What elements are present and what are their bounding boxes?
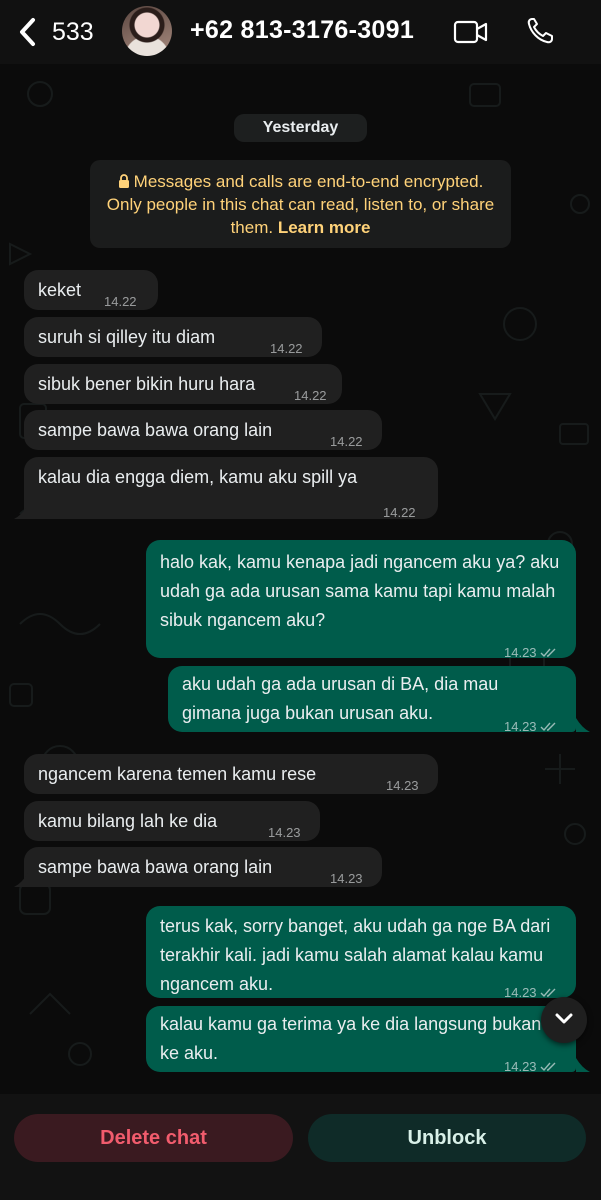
message-text: halo kak, kamu kenapa jadi ngancem aku y… — [160, 552, 560, 630]
message-time: 14.22 — [294, 388, 327, 403]
date-separator: Yesterday — [234, 114, 367, 142]
encryption-notice[interactable]: Messages and calls are end-to-end encryp… — [90, 160, 511, 248]
message-text: sampe bawa bawa orang lain — [38, 857, 273, 877]
message-bubble-incoming[interactable]: sibuk bener bikin huru hara 14.22 — [24, 364, 342, 404]
read-ticks-icon — [540, 722, 556, 732]
learn-more-link[interactable]: Learn more — [278, 218, 371, 237]
bubble-tail — [14, 873, 28, 887]
message-time: 14.23 — [330, 871, 363, 886]
chat-header: 533 +62 813-3176-3091 — [0, 0, 601, 64]
message-text: ngancem karena temen kamu rese — [38, 764, 317, 784]
message-text: suruh si qilley itu diam — [38, 327, 216, 347]
message-bubble-outgoing[interactable]: terus kak, sorry banget, aku udah ga nge… — [146, 906, 576, 1000]
voice-call-icon[interactable] — [525, 16, 555, 46]
message-text: sibuk bener bikin huru hara — [38, 374, 256, 394]
message-bubble-incoming[interactable]: ngancem karena temen kamu rese 14.23 — [24, 754, 438, 794]
message-time: 14.23 — [268, 825, 301, 840]
message-text: kalau kamu ga terima ya ke dia langsung … — [160, 1014, 542, 1063]
bubble-tail — [576, 718, 590, 732]
video-call-icon[interactable] — [453, 19, 489, 45]
message-bubble-incoming[interactable]: sampe bawa bawa orang lain 14.22 — [24, 410, 382, 450]
message-time: 14.23 — [504, 638, 557, 667]
read-ticks-icon — [540, 1062, 556, 1072]
unblock-button[interactable]: Unblock — [308, 1114, 586, 1162]
message-bubble-incoming[interactable]: sampe bawa bawa orang lain 14.23 — [24, 847, 382, 887]
lock-icon — [118, 171, 130, 188]
message-time: 14.23 — [504, 712, 557, 741]
back-chevron-icon[interactable] — [16, 16, 40, 48]
message-text: kalau dia engga diem, kamu aku spill ya — [38, 467, 358, 487]
message-time: 14.22 — [270, 341, 303, 356]
message-time: 14.23 — [386, 778, 419, 793]
message-time: 14.23 — [504, 1052, 557, 1081]
message-time: 14.22 — [330, 434, 363, 449]
message-bubble-incoming[interactable]: kalau dia engga diem, kamu aku spill ya … — [24, 457, 438, 520]
bubble-tail — [14, 505, 28, 519]
message-bubble-outgoing[interactable]: aku udah ga ada urusan di BA, dia mau gi… — [168, 666, 576, 734]
message-time: 14.22 — [383, 505, 416, 520]
delete-chat-button[interactable]: Delete chat — [14, 1114, 293, 1162]
message-text: kamu bilang lah ke dia — [38, 811, 218, 831]
avatar[interactable] — [122, 6, 172, 56]
message-text: terus kak, sorry banget, aku udah ga nge… — [160, 916, 551, 994]
message-text: sampe bawa bawa orang lain — [38, 420, 273, 440]
back-unread-count[interactable]: 533 — [52, 18, 94, 47]
bubble-tail — [576, 1058, 590, 1072]
chevron-down-icon — [555, 1013, 573, 1024]
message-bubble-incoming[interactable]: keket 14.22 — [24, 270, 158, 310]
message-bubble-incoming[interactable]: kamu bilang lah ke dia 14.23 — [24, 801, 320, 841]
message-bubble-outgoing[interactable]: halo kak, kamu kenapa jadi ngancem aku y… — [146, 540, 576, 660]
scroll-to-bottom-button[interactable] — [541, 997, 587, 1043]
message-bubble-outgoing[interactable]: kalau kamu ga terima ya ke dia langsung … — [146, 1006, 576, 1074]
contact-name[interactable]: +62 813-3176-3091 — [190, 16, 414, 45]
read-ticks-icon — [540, 988, 556, 998]
message-text: aku udah ga ada urusan di BA, dia mau gi… — [182, 674, 499, 723]
read-ticks-icon — [540, 648, 556, 658]
message-time: 14.22 — [104, 294, 137, 309]
chat-area[interactable]: Yesterday Messages and calls are end-to-… — [0, 64, 601, 1094]
message-bubble-incoming[interactable]: suruh si qilley itu diam 14.22 — [24, 317, 322, 357]
message-text: keket — [38, 280, 82, 300]
blocked-contact-footer: Delete chat Unblock — [0, 1094, 601, 1200]
